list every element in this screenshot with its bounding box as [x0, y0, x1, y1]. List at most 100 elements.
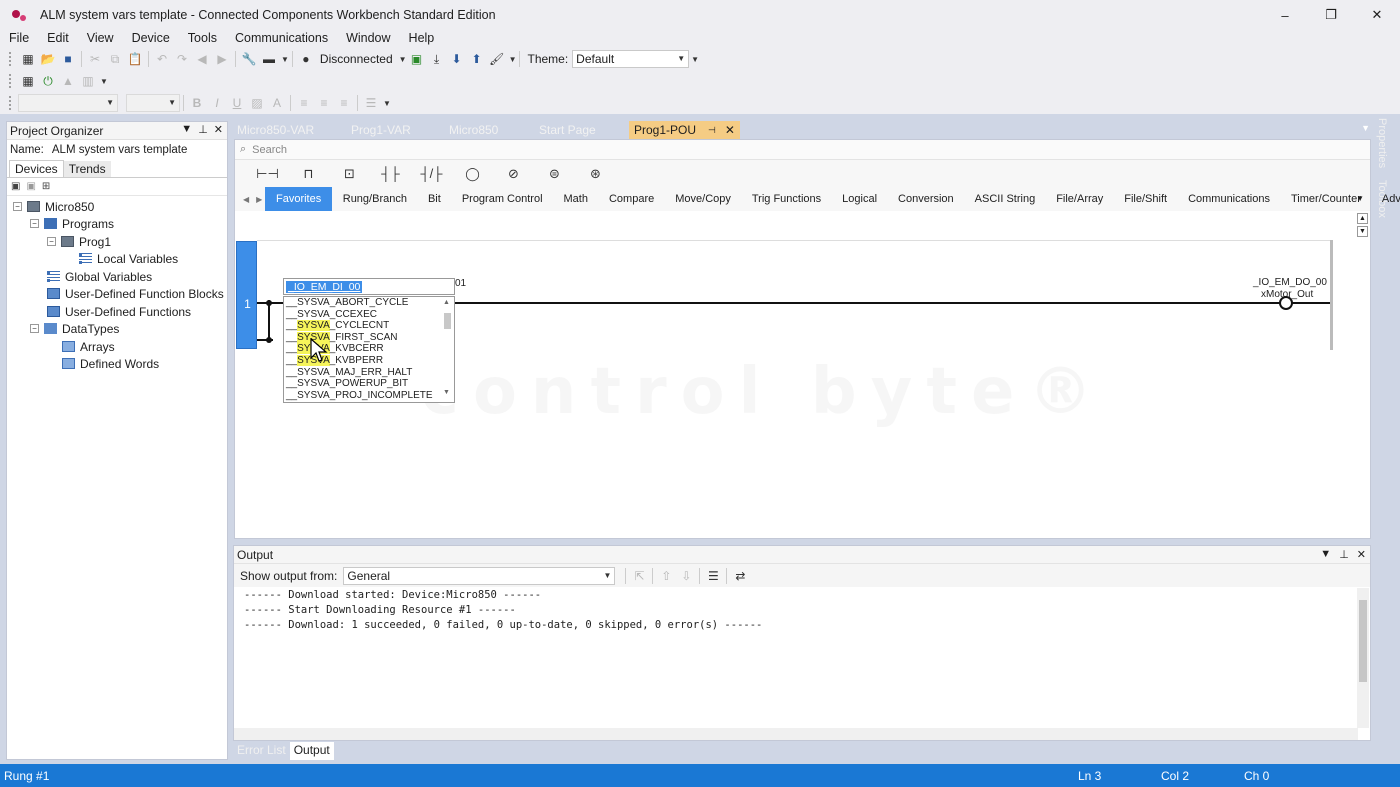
- theme-select[interactable]: Default ▼: [572, 50, 690, 68]
- set-coil-icon[interactable]: ⊜: [534, 166, 575, 182]
- negated-coil-icon[interactable]: ⊘: [493, 166, 534, 182]
- tree-node-udf[interactable]: User-Defined Functions: [47, 303, 191, 320]
- category-favorites[interactable]: Favorites: [265, 187, 333, 211]
- tab-error-list[interactable]: Error List: [233, 742, 290, 760]
- pin-icon[interactable]: ⊥: [1339, 548, 1349, 561]
- close-button[interactable]: ✕: [1354, 0, 1400, 30]
- toolbar-grip[interactable]: [8, 95, 12, 111]
- connection-status[interactable]: Disconnected: [320, 52, 393, 66]
- previous-message-icon[interactable]: ⇧: [656, 567, 676, 585]
- download-to-device-icon[interactable]: ⬇: [447, 50, 467, 68]
- category-rung-branch[interactable]: Rung/Branch: [332, 187, 417, 211]
- scroll-thumb[interactable]: [444, 313, 451, 329]
- tab-trends[interactable]: Trends: [63, 161, 111, 177]
- tab-properties[interactable]: Properties: [1376, 118, 1388, 168]
- tree-node-defined-words[interactable]: Defined Words: [62, 355, 159, 372]
- output-vertical-scrollbar[interactable]: [1357, 588, 1369, 728]
- rung-icon[interactable]: ⊢⊣: [247, 166, 288, 182]
- scroll-down-icon[interactable]: ▼: [1357, 226, 1368, 237]
- suggestion-item[interactable]: __SYSVA_PROJ_INCOMPLETE: [284, 390, 454, 402]
- tree-node-global-variables[interactable]: Global Variables: [47, 268, 152, 285]
- italic-icon[interactable]: I: [207, 94, 227, 112]
- collapse-icon[interactable]: −: [47, 237, 56, 246]
- open-project-icon[interactable]: 📂: [38, 50, 58, 68]
- highlight-icon[interactable]: ▨: [247, 94, 267, 112]
- print-icon[interactable]: ▬: [259, 50, 279, 68]
- copy-icon[interactable]: ⧉: [105, 50, 125, 68]
- maximize-button[interactable]: ❐: [1308, 0, 1354, 30]
- category-conversion[interactable]: Conversion: [888, 187, 965, 211]
- menu-help[interactable]: Help: [400, 31, 444, 45]
- scroll-thumb[interactable]: [1359, 600, 1367, 682]
- tree-node-local-variables[interactable]: Local Variables: [79, 250, 178, 267]
- pin-icon[interactable]: ⊥: [198, 123, 208, 136]
- category-file-shift[interactable]: File/Shift: [1114, 187, 1178, 211]
- tree-node-datatypes[interactable]: − DataTypes: [30, 320, 119, 337]
- navigate-back-icon[interactable]: ◀: [192, 50, 212, 68]
- new-project-icon[interactable]: ▦: [18, 50, 38, 68]
- font-size-select[interactable]: ▼: [126, 94, 180, 112]
- pin-icon[interactable]: ⊣: [708, 125, 716, 136]
- collapse-all-icon[interactable]: ▣: [26, 181, 35, 192]
- contact-icon[interactable]: ┤├: [370, 166, 411, 181]
- word-wrap-icon[interactable]: ⇄: [730, 567, 750, 585]
- scroll-up-icon[interactable]: ▲: [1357, 213, 1368, 224]
- tab-list-dropdown-icon[interactable]: ▼: [1361, 123, 1370, 133]
- tree-node-udfb[interactable]: User-Defined Function Blocks: [47, 285, 224, 302]
- output-horizontal-scrollbar[interactable]: [234, 728, 1358, 740]
- function-block-icon[interactable]: ⊡: [329, 166, 370, 182]
- category-compare[interactable]: Compare: [598, 187, 664, 211]
- collapse-icon[interactable]: −: [30, 219, 39, 228]
- output-source-select[interactable]: General ▼: [343, 566, 616, 585]
- warning-icon[interactable]: ▲: [58, 72, 78, 90]
- suggestion-item[interactable]: __SYSVA_POWERUP_BIT: [284, 378, 454, 390]
- scroll-up-icon[interactable]: ▲: [443, 299, 450, 306]
- navigate-forward-icon[interactable]: ▶: [212, 50, 232, 68]
- suggestion-item[interactable]: __SYSVA_CCEXEC: [284, 309, 454, 321]
- align-center-icon[interactable]: ≡: [314, 94, 334, 112]
- coil-icon[interactable]: ◯: [452, 166, 493, 182]
- overflow-icon-5[interactable]: ▼: [383, 99, 391, 108]
- menu-view[interactable]: View: [78, 31, 123, 45]
- undo-icon[interactable]: ↶: [152, 50, 172, 68]
- category-communications[interactable]: Communications: [1178, 187, 1281, 211]
- tree-node-arrays[interactable]: Arrays: [62, 338, 115, 355]
- bold-icon[interactable]: B: [187, 94, 207, 112]
- instruction-search[interactable]: ⌕ Search: [235, 140, 1370, 160]
- toolbar-grip[interactable]: [8, 51, 12, 67]
- bullet-list-icon[interactable]: ☰: [361, 94, 381, 112]
- clean-icon[interactable]: 🖌: [487, 50, 507, 68]
- paste-icon[interactable]: 📋: [125, 50, 145, 68]
- rung-selector[interactable]: 1: [236, 241, 257, 349]
- menu-file[interactable]: File: [0, 31, 38, 45]
- category-advanced-math[interactable]: Advanced Mat: [1371, 187, 1400, 211]
- overflow-icon-4[interactable]: ▼: [100, 77, 108, 86]
- suggestion-item[interactable]: __SYSVA_MAJ_ERR_HALT: [284, 367, 454, 379]
- menu-communications[interactable]: Communications: [226, 31, 337, 45]
- tree-node-micro850[interactable]: − Micro850: [13, 198, 94, 215]
- suggestion-item[interactable]: __SYSVA_ABORT_CYCLE: [284, 297, 454, 309]
- power-icon[interactable]: ⏻: [38, 72, 58, 90]
- font-family-select[interactable]: ▼: [18, 94, 118, 112]
- menu-device[interactable]: Device: [123, 31, 179, 45]
- close-tab-icon[interactable]: ✕: [725, 123, 735, 137]
- clear-all-icon[interactable]: ☰: [703, 567, 723, 585]
- minimize-button[interactable]: –: [1262, 0, 1308, 30]
- tab-micro850-var[interactable]: Micro850-VAR: [237, 121, 314, 139]
- underline-icon[interactable]: U: [227, 94, 247, 112]
- scroll-down-icon[interactable]: ▼: [443, 389, 450, 396]
- tree-node-prog1[interactable]: − Prog1: [47, 233, 111, 250]
- cut-icon[interactable]: ✂: [85, 50, 105, 68]
- upload-icon[interactable]: ⬆: [467, 50, 487, 68]
- overflow-icon[interactable]: ▼: [281, 55, 289, 64]
- tab-devices[interactable]: Devices: [9, 160, 64, 177]
- negated-contact-icon[interactable]: ┤/├: [411, 166, 452, 181]
- connection-dropdown-icon[interactable]: ▼: [399, 55, 407, 64]
- suggestion-item[interactable]: __SYSVA_CYCLECNT: [284, 320, 454, 332]
- tree-node-programs[interactable]: − Programs: [30, 215, 114, 232]
- next-message-icon[interactable]: ⇩: [676, 567, 696, 585]
- tab-prog1-var[interactable]: Prog1-VAR: [351, 121, 411, 139]
- collapse-icon[interactable]: −: [13, 202, 22, 211]
- variable-input[interactable]: _IO_EM_DI_00: [283, 278, 455, 295]
- category-file-array[interactable]: File/Array: [1046, 187, 1114, 211]
